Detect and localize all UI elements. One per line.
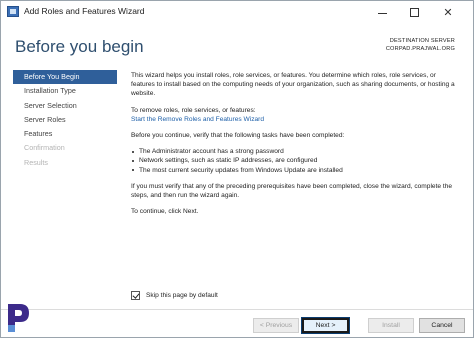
- previous-button[interactable]: < Previous: [253, 318, 299, 333]
- sidebar-item-server-selection[interactable]: Server Selection: [13, 99, 117, 113]
- list-item: The most current security updates from W…: [131, 166, 457, 175]
- list-item: Network settings, such as static IP addr…: [131, 156, 457, 165]
- prerequisite-note: If you must verify that any of the prece…: [131, 182, 453, 200]
- install-button[interactable]: Install: [368, 318, 414, 333]
- wizard-content: This wizard helps you install roles, rol…: [131, 71, 457, 223]
- close-button[interactable]: ✕: [433, 1, 463, 23]
- remove-roles-link[interactable]: Start the Remove Roles and Features Wiza…: [131, 115, 457, 124]
- server-manager-icon: [7, 6, 19, 17]
- prajwal-logo-icon: [8, 304, 29, 332]
- list-item: The Administrator account has a strong p…: [131, 147, 457, 156]
- wizard-steps-sidebar: Before You Begin Installation Type Serve…: [13, 70, 117, 170]
- skip-page-label: Skip this page by default: [146, 292, 218, 299]
- maximize-icon: [409, 7, 419, 17]
- footer-divider: [1, 309, 473, 310]
- next-button[interactable]: Next >: [302, 318, 349, 333]
- window-title: Add Roles and Features Wizard: [24, 6, 145, 16]
- page-title: Before you begin: [15, 37, 144, 56]
- intro-text: This wizard helps you install roles, rol…: [131, 72, 455, 98]
- maximize-button[interactable]: [399, 1, 429, 23]
- remove-heading: To remove roles, role services, or featu…: [131, 106, 256, 114]
- destination-server-label: DESTINATION SERVER: [389, 38, 455, 44]
- minimize-icon: [377, 12, 387, 14]
- minimize-button[interactable]: [367, 1, 397, 23]
- sidebar-item-results: Results: [24, 157, 48, 167]
- verify-intro-text: Before you continue, verify that the fol…: [131, 132, 345, 140]
- prerequisite-list: The Administrator account has a strong p…: [131, 147, 457, 175]
- sidebar-item-features[interactable]: Features: [13, 127, 117, 141]
- title-bar: Add Roles and Features Wizard ✕: [1, 1, 473, 23]
- wizard-window: Add Roles and Features Wizard ✕ Before y…: [0, 0, 474, 338]
- sidebar-item-server-roles[interactable]: Server Roles: [13, 113, 117, 127]
- skip-page-checkbox[interactable]: [131, 291, 140, 300]
- cancel-button[interactable]: Cancel: [419, 318, 465, 333]
- sidebar-item-installation-type[interactable]: Installation Type: [13, 84, 117, 98]
- continue-note: To continue, click Next.: [131, 208, 199, 216]
- sidebar-item-before-you-begin[interactable]: Before You Begin: [13, 70, 117, 85]
- destination-server-name: CORPAD.PRAJWAL.ORG: [385, 46, 455, 52]
- skip-page-option[interactable]: Skip this page by default: [131, 291, 218, 300]
- sidebar-item-confirmation: Confirmation: [24, 143, 65, 153]
- close-icon: ✕: [443, 6, 453, 19]
